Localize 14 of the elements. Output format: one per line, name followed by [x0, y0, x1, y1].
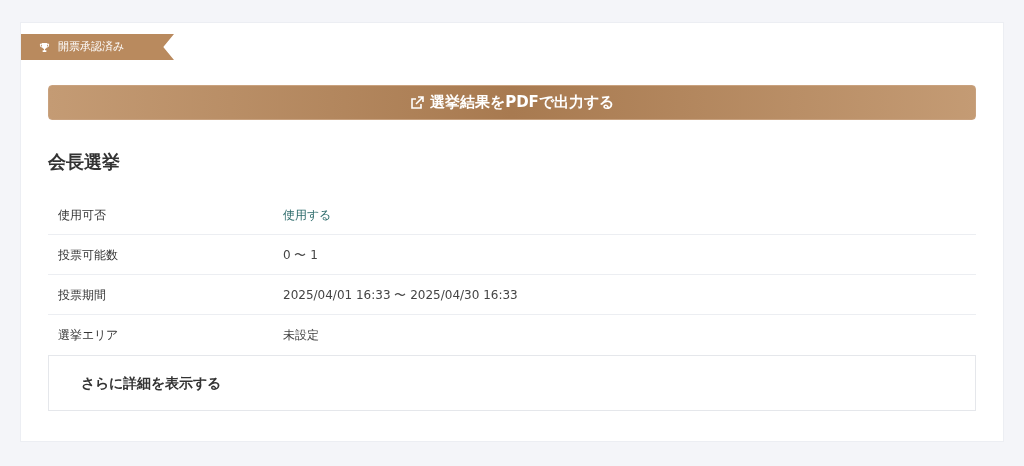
show-more-link[interactable]: さらに詳細を表示する [81, 372, 221, 394]
field-label: 投票期間 [57, 286, 107, 304]
field-label: 選挙エリア [57, 327, 119, 344]
field-link[interactable]: 使用する [283, 205, 331, 224]
field-value: 2025/04/01 16:33 〜 2025/04/30 16:33 [283, 286, 518, 304]
status-label: 開票承認済み [58, 38, 124, 55]
trophy-icon [39, 41, 50, 53]
field-label: 投票可能数 [57, 246, 119, 264]
field-label: 使用可否 [57, 206, 107, 224]
section-title: 会長選挙 [48, 150, 121, 174]
field-value: 0 〜 1 [283, 246, 318, 264]
field-value: 未設定 [283, 327, 319, 344]
external-link-icon [410, 95, 425, 110]
export-pdf-button[interactable]: 選挙結果をPDFで出力する [48, 85, 976, 120]
